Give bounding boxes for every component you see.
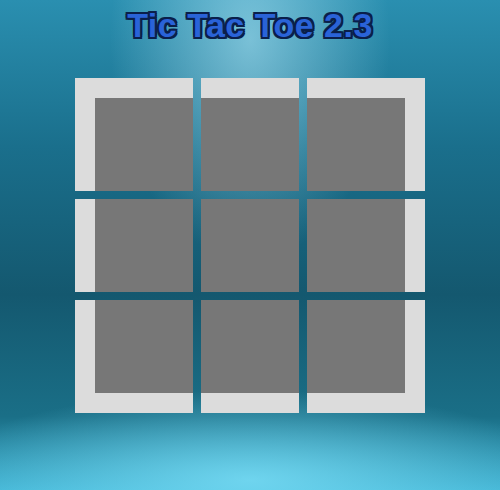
game-screen: Tic Tac Toe 2.3 xyxy=(0,0,500,490)
board-frame xyxy=(201,300,299,413)
board-cell[interactable] xyxy=(201,300,299,393)
board-cell[interactable] xyxy=(95,300,193,393)
game-title: Tic Tac Toe 2.3 xyxy=(127,6,373,46)
board-frame xyxy=(307,78,425,191)
board-cell[interactable] xyxy=(95,98,193,191)
board-cell[interactable] xyxy=(201,98,299,191)
board-frame xyxy=(307,300,425,413)
board-frame xyxy=(75,199,193,292)
board-frame xyxy=(201,78,299,191)
board-frame xyxy=(307,199,425,292)
board-cell[interactable] xyxy=(307,300,405,393)
board-frame xyxy=(75,300,193,413)
board-cell[interactable] xyxy=(307,98,405,191)
game-board xyxy=(75,78,425,413)
board-cell[interactable] xyxy=(95,199,193,292)
board-cell[interactable] xyxy=(307,199,405,292)
board-cell[interactable] xyxy=(201,199,299,292)
board-frame xyxy=(201,199,299,292)
board-frame xyxy=(75,78,193,191)
